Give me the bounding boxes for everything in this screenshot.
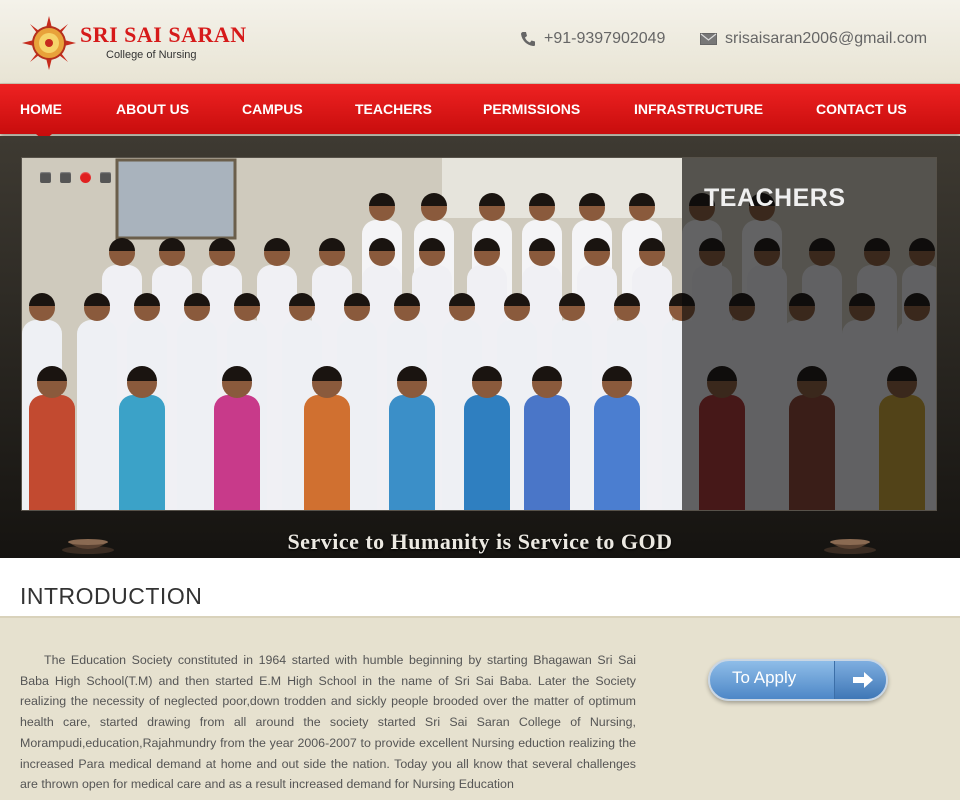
nav-about-us[interactable]: ABOUT US: [116, 101, 189, 117]
intro-paragraph: The Education Society constituted in 196…: [20, 653, 636, 792]
email-address: srisaisaran2006@gmail.com: [725, 30, 928, 47]
nav-infrastructure[interactable]: INFRASTRUCTURE: [634, 101, 763, 117]
mail-icon: [700, 33, 717, 45]
person-body: [77, 320, 117, 510]
person-body: [464, 395, 510, 510]
nav-campus[interactable]: CAMPUS: [242, 101, 303, 117]
to-apply-button[interactable]: To Apply: [708, 659, 888, 701]
phone-number: +91-9397902049: [544, 30, 666, 47]
hero-slide[interactable]: TEACHERS: [21, 157, 937, 511]
person-body: [119, 395, 165, 510]
person-body: [214, 395, 260, 510]
nav-permissions[interactable]: PERMISSIONS: [483, 101, 580, 117]
sun-emblem-icon: [22, 16, 76, 70]
main-nav: HOME ABOUT US CAMPUS TEACHERS PERMISSION…: [0, 84, 960, 134]
person-body: [177, 320, 217, 510]
person-body: [389, 395, 435, 510]
slider-dot[interactable]: [60, 172, 71, 183]
phone-icon: [521, 32, 535, 46]
logo-title: SRI SAI SARAN: [80, 22, 247, 47]
slider-dot-active[interactable]: [80, 172, 91, 183]
nav-contact-us[interactable]: CONTACT US: [816, 101, 907, 117]
slider-dots: [40, 172, 111, 183]
header: SRI SAI SARAN College of Nursing +91-939…: [0, 0, 960, 84]
slider-dot[interactable]: [100, 172, 111, 183]
phone-contact: +91-9397902049: [520, 30, 665, 48]
person-body: [594, 395, 640, 510]
hero-banner: TEACHERS Service to Humanity is Service …: [0, 136, 960, 558]
slide-label: TEACHERS: [704, 184, 846, 212]
person-body: [29, 395, 75, 510]
intro-header: INTRODUCTION: [0, 558, 960, 618]
email-contact[interactable]: srisaisaran2006@gmail.com: [700, 30, 927, 48]
person-body: [304, 395, 350, 510]
person-body: [524, 395, 570, 510]
to-apply-label: To Apply: [732, 668, 797, 687]
tagline: Service to Humanity is Service to GOD: [287, 529, 673, 554]
arrow-right-icon: [834, 661, 886, 699]
nav-home[interactable]: HOME: [20, 101, 62, 117]
slider-dot[interactable]: [40, 172, 51, 183]
logo-subtitle: College of Nursing: [106, 49, 197, 61]
logo[interactable]: SRI SAI SARAN College of Nursing: [22, 16, 246, 72]
nav-teachers[interactable]: TEACHERS: [355, 101, 432, 117]
section-title: INTRODUCTION: [20, 583, 203, 609]
